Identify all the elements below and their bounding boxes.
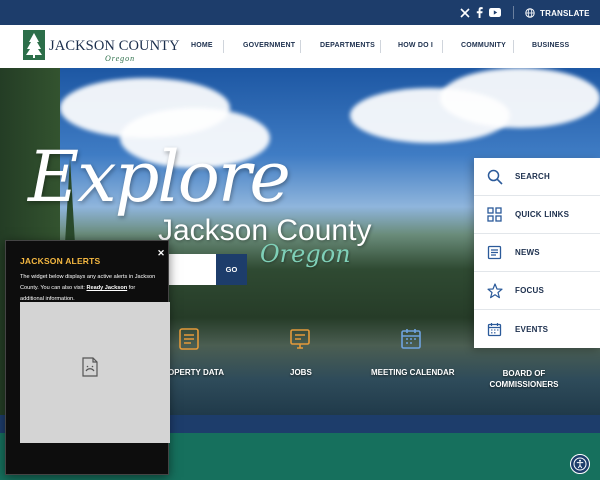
nav-departments[interactable]: DEPARTMENTS [320,42,375,49]
alerts-title: JACKSON ALERTS [20,256,101,266]
nav-separator [513,40,514,53]
calendar-icon [487,322,502,336]
nav-how-do-i[interactable]: HOW DO I [398,42,433,49]
ready-jackson-link[interactable]: Ready Jackson [86,285,127,291]
quick-link-meeting-calendar[interactable]: MEETING CALENDAR [371,368,455,377]
tree-logo-icon [23,30,45,60]
accessibility-icon [573,457,587,471]
side-search-label: SEARCH [515,172,550,181]
hero-search-go-button[interactable]: GO [216,254,247,285]
utility-bar: TRANSLATE [0,0,600,25]
news-icon [487,245,502,260]
site-header: JACKSON COUNTY Oregon HOME GOVERNMENT DE… [0,25,600,68]
nav-home[interactable]: HOME [191,42,213,49]
hero-oregon-script: Oregon [260,240,351,268]
accessibility-button[interactable] [570,454,590,474]
jobs-icon[interactable] [288,327,312,351]
side-focus-label: FOCUS [515,286,544,295]
broken-image-icon [82,357,98,377]
side-events-button[interactable]: EVENTS [474,310,600,348]
side-news-button[interactable]: NEWS [474,234,600,272]
side-quick-links-label: QUICK LINKS [515,210,570,219]
search-icon [487,169,503,185]
cloud [440,68,600,128]
nav-separator [380,40,381,53]
translate-label: TRANSLATE [540,8,590,18]
jackson-county-logo[interactable]: JACKSON COUNTY Oregon [23,30,180,64]
side-focus-button[interactable]: FOCUS [474,272,600,310]
star-icon [487,282,503,298]
hero-search-input[interactable] [168,254,216,285]
nav-separator [300,40,301,53]
calendar-icon[interactable] [399,327,423,351]
grid-icon [487,207,502,222]
property-data-icon[interactable] [177,327,201,351]
quick-link-property-data[interactable]: OPERTY DATA [168,368,224,377]
translate-button[interactable]: TRANSLATE [525,6,590,20]
side-quick-panel: SEARCH QUICK LINKS NEWS FOCUS EVENTS [474,158,600,348]
x-icon[interactable] [459,5,470,20]
nav-community[interactable]: COMMUNITY [461,42,506,49]
side-search-button[interactable]: SEARCH [474,158,600,196]
nav-government[interactable]: GOVERNMENT [243,42,295,49]
quick-link-board-of-commissioners[interactable]: BOARD OF COMMISSIONERS [489,368,559,390]
alerts-widget-frame[interactable] [20,302,170,443]
nav-separator [223,40,224,53]
logo-subtitle: Oregon [105,54,136,63]
utility-divider [513,6,514,19]
close-icon[interactable]: ✕ [156,248,166,258]
nav-separator [442,40,443,53]
facebook-icon[interactable] [474,5,484,20]
quick-link-jobs[interactable]: JOBS [290,368,312,377]
side-news-label: NEWS [515,248,540,257]
side-quick-links-button[interactable]: QUICK LINKS [474,196,600,234]
jackson-alerts-popup: ✕ JACKSON ALERTS The widget below displa… [5,240,170,475]
nav-business[interactable]: BUSINESS [532,42,569,49]
youtube-icon[interactable] [488,5,501,20]
globe-icon [525,8,535,18]
logo-title: JACKSON COUNTY [49,38,180,54]
alerts-description: The widget below displays any active ale… [20,272,160,304]
side-events-label: EVENTS [515,324,549,334]
hero-explore-script: Explore [28,136,291,218]
